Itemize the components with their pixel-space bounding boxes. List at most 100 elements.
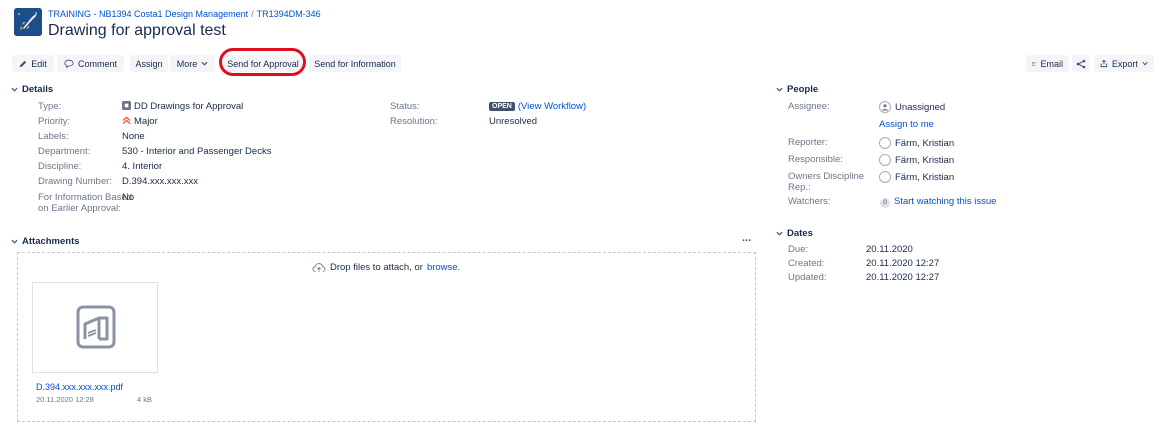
- chevron-down-icon: [11, 87, 18, 92]
- edit-button[interactable]: Edit: [12, 55, 54, 72]
- for-information-label: For Information Based on Earlier Approva…: [38, 192, 132, 214]
- dates-section-toggle[interactable]: Dates: [776, 228, 813, 239]
- status-label: Status:: [390, 101, 420, 112]
- email-button[interactable]: Email: [1026, 55, 1069, 72]
- issue-type-icon: [122, 101, 131, 110]
- assignee-label: Assignee:: [788, 101, 830, 112]
- resolution-label: Resolution:: [390, 116, 438, 127]
- issue-title: Drawing for approval test: [48, 22, 226, 39]
- unassigned-avatar-icon: [879, 101, 891, 113]
- more-button[interactable]: More: [170, 55, 215, 72]
- drawing-number-label: Drawing Number:: [38, 176, 112, 187]
- due-value: 20.11.2020: [866, 244, 913, 255]
- assignee-value-text: Unassigned: [895, 102, 946, 113]
- send-for-approval-label: Send for Approval: [227, 58, 299, 69]
- responsible-label: Responsible:: [788, 154, 843, 165]
- owners-discipline-label: Owners Discipline Rep.:: [788, 171, 864, 193]
- more-button-label: More: [176, 58, 198, 69]
- attachment-size: 4 kB: [137, 395, 153, 404]
- chevron-down-icon: [201, 61, 208, 66]
- export-icon: [1100, 59, 1108, 68]
- rocket-icon: [14, 8, 42, 36]
- breadcrumb-project[interactable]: TRAINING - NB1394 Costa1 Design Manageme…: [48, 9, 248, 19]
- view-workflow-link[interactable]: (View Workflow): [518, 101, 586, 112]
- watchers-value: 0 Start watching this issue: [880, 196, 996, 208]
- drawing-number-value: D.394.xxx.xxx.xxx: [122, 176, 199, 187]
- chevron-down-icon: [1142, 61, 1148, 66]
- created-value: 20.11.2020 12:27: [866, 258, 940, 269]
- chevron-down-icon: [776, 87, 783, 92]
- priority-value: Major: [122, 116, 158, 127]
- drop-files-text: Drop files to attach, or: [330, 262, 423, 273]
- reporter-value: Färm, Kristian: [879, 137, 954, 149]
- owners-discipline-value: Färm, Kristian: [879, 171, 954, 183]
- created-label: Created:: [788, 258, 825, 269]
- cloud-upload-icon: [312, 263, 326, 272]
- attachment-file-name[interactable]: D.394.xxx.xxx.xxx.pdf: [36, 382, 123, 392]
- send-for-information-label: Send for Information: [314, 58, 396, 69]
- comment-icon: [64, 59, 74, 68]
- watchers-label: Watchers:: [788, 196, 831, 207]
- responsible-value-text: Färm, Kristian: [895, 155, 955, 166]
- pencil-icon: [20, 60, 27, 67]
- attachments-section-toggle[interactable]: Attachments: [11, 236, 80, 247]
- discipline-label: Discipline:: [38, 161, 82, 172]
- start-watching-link[interactable]: Start watching this issue: [894, 196, 996, 207]
- envelope-icon: [1032, 61, 1037, 66]
- department-label: Department:: [38, 146, 91, 157]
- share-button[interactable]: [1072, 55, 1090, 72]
- responsible-value: Färm, Kristian: [879, 154, 954, 166]
- attachment-date: 20.11.2020 12:28: [36, 395, 94, 404]
- user-avatar-icon: [879, 154, 891, 166]
- share-icon: [1076, 59, 1086, 68]
- reporter-value-text: Färm, Kristian: [895, 138, 955, 149]
- dates-heading: Dates: [787, 228, 813, 239]
- for-information-value: No: [122, 192, 135, 203]
- labels-label: Labels:: [38, 131, 69, 142]
- owners-discipline-value-text: Färm, Kristian: [895, 172, 955, 183]
- details-section-toggle[interactable]: Details: [11, 84, 53, 95]
- details-heading: Details: [22, 84, 54, 95]
- attachment-thumbnail[interactable]: [32, 282, 158, 373]
- reporter-label: Reporter:: [788, 137, 828, 148]
- drop-files-prompt: Drop files to attach, or browse.: [312, 262, 460, 273]
- breadcrumb-issue-key[interactable]: TR1394DM-346: [257, 9, 321, 19]
- assign-to-me-link[interactable]: Assign to me: [879, 119, 934, 130]
- for-information-label-line2: on Earlier Approval:: [38, 203, 121, 214]
- department-value: 530 - Interior and Passenger Decks: [122, 146, 272, 157]
- owners-discipline-label-line2: Rep.:: [788, 182, 811, 193]
- for-information-label-line1: For Information Based: [38, 192, 132, 203]
- people-section-toggle[interactable]: People: [776, 84, 818, 95]
- discipline-value: 4. Interior: [122, 161, 163, 172]
- assign-button[interactable]: Assign: [130, 55, 168, 72]
- updated-label: Updated:: [788, 272, 827, 283]
- watchers-count-badge: 0: [880, 198, 890, 208]
- browse-link[interactable]: browse.: [427, 262, 460, 273]
- type-value-text: DD Drawings for Approval: [134, 101, 244, 112]
- edit-button-label: Edit: [31, 58, 47, 69]
- people-heading: People: [787, 84, 819, 95]
- send-for-approval-button[interactable]: Send for Approval: [224, 55, 302, 72]
- user-avatar-icon: [879, 137, 891, 149]
- chevron-down-icon: [11, 239, 18, 244]
- breadcrumb-separator: /: [251, 9, 254, 19]
- document-file-icon: [76, 305, 116, 349]
- priority-major-icon: [122, 116, 131, 125]
- labels-value: None: [122, 131, 145, 142]
- attachments-heading: Attachments: [22, 236, 80, 247]
- export-button[interactable]: Export: [1094, 55, 1154, 72]
- updated-value: 20.11.2020 12:27: [866, 272, 940, 283]
- breadcrumb: TRAINING - NB1394 Costa1 Design Manageme…: [48, 9, 321, 19]
- owners-discipline-label-line1: Owners Discipline: [788, 171, 865, 182]
- comment-button[interactable]: Comment: [57, 55, 124, 72]
- send-for-information-button[interactable]: Send for Information: [309, 55, 401, 72]
- resolution-value: Unresolved: [489, 116, 538, 127]
- attachments-more-button[interactable]: ...: [742, 232, 751, 244]
- type-value: DD Drawings for Approval: [122, 101, 243, 112]
- chevron-down-icon: [776, 231, 783, 236]
- project-avatar[interactable]: [14, 8, 42, 36]
- email-button-label: Email: [1040, 58, 1063, 69]
- assign-button-label: Assign: [135, 58, 163, 69]
- priority-value-text: Major: [134, 116, 158, 127]
- status-lozenge: OPEN: [489, 102, 515, 111]
